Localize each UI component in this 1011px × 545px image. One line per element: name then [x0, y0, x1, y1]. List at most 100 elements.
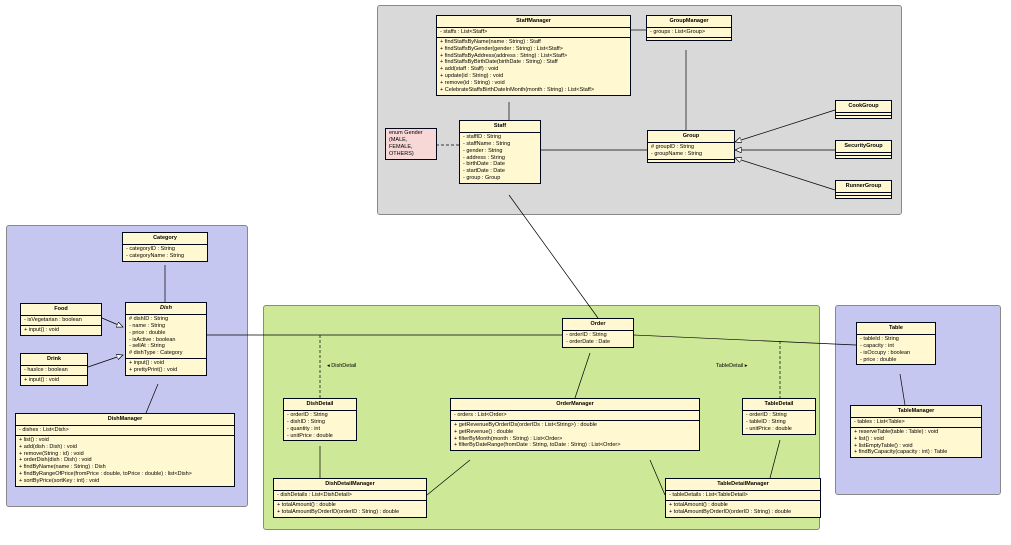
attr-row: - tables : List<Table> [854, 419, 978, 426]
class-attrs: - orders : List<Order> [451, 411, 699, 421]
class-ops: + input() : void [21, 326, 101, 335]
attr-row: - unitPrice : double [287, 433, 353, 440]
class-TableDetail[interactable]: TableDetail- orderID : String- tableID :… [742, 398, 816, 435]
class-SecurityGroup[interactable]: SecurityGroup [835, 140, 892, 159]
class-TableManager[interactable]: TableManager- tables : List<Table> + rese… [850, 405, 982, 458]
op-row: + filterByMonth(month : String) : List<O… [454, 436, 696, 443]
op-row: + filterByDateRange(fromDate : String, t… [454, 442, 696, 449]
op-row: + findByRangeOfPrice(fromPrice : double,… [19, 471, 231, 478]
op-row: + getRevenue() : double [454, 429, 696, 436]
class-attrs: # groupID : String- groupName : String [648, 143, 734, 160]
class-attrs: - orderID : String- dishID : String- qua… [284, 411, 356, 441]
attr-row: - price : double [129, 330, 203, 337]
attr-row: - hasIce : boolean [24, 367, 84, 374]
op-row: + totalAmount() : double [277, 502, 423, 509]
class-title: OrderManager [451, 399, 699, 411]
attr-row: FEMALE, [389, 144, 433, 151]
class-CookGroup[interactable]: CookGroup [835, 100, 892, 119]
class-Category[interactable]: Category- categoryID : String- categoryN… [122, 232, 208, 262]
class-attrs: - tableId : String- capacity : int- isOc… [857, 335, 935, 365]
op-row: + totalAmountByOrderID(orderID : String)… [669, 509, 817, 516]
class-ops: + totalAmount() : double+ totalAmountByO… [274, 501, 426, 517]
op-row: + reserveTable(table : Table) : void [854, 429, 978, 436]
class-title: Order [563, 319, 633, 331]
class-Table[interactable]: Table- tableId : String- capacity : int-… [856, 322, 936, 365]
class-title: DishManager [16, 414, 234, 426]
class-StaffManager[interactable]: StaffManager- staffs : List<Staff> + find… [436, 15, 631, 96]
class-attrs: enum Gender(MALE,FEMALE,OTHERS) [386, 129, 436, 159]
attr-row: - isOccupy : boolean [860, 350, 932, 357]
class-Gender[interactable]: enum Gender(MALE,FEMALE,OTHERS) [385, 128, 437, 160]
class-GroupManager[interactable]: GroupManager- groups : List<Group> [646, 15, 732, 41]
class-attrs: - hasIce : boolean [21, 366, 87, 376]
attr-row: - birthDate : Date [463, 161, 537, 168]
class-title: SecurityGroup [836, 141, 891, 153]
class-attrs: - dishDetails : List<DishDetail> [274, 491, 426, 501]
op-row: + findStaffsByGender(gender : String) : … [440, 46, 627, 53]
class-Drink[interactable]: Drink- hasIce : boolean+ input() : void [20, 353, 88, 386]
class-RunnerGroup[interactable]: RunnerGroup [835, 180, 892, 199]
attr-row: - capacity : int [860, 343, 932, 350]
class-attrs: - categoryID : String- categoryName : St… [123, 245, 207, 261]
class-Dish[interactable]: Dish# dishID : String- name : String- pr… [125, 302, 207, 376]
class-attrs: - staffID : String- staffName : String- … [460, 133, 540, 183]
attr-row: # groupID : String [651, 144, 731, 151]
class-attrs: # dishID : String- name : String- price … [126, 315, 206, 359]
attr-row: - gender : String [463, 148, 537, 155]
op-row: + listEmptyTable() : void [854, 443, 978, 450]
attr-row: OTHERS) [389, 151, 433, 158]
attr-row: - staffs : List<Staff> [440, 29, 627, 36]
op-row: + add(dish : Dish) : void [19, 444, 231, 451]
op-row: + input() : void [24, 377, 84, 384]
op-row: + update(id : String) : void [440, 73, 627, 80]
class-ops: + totalAmount() : double+ totalAmountByO… [666, 501, 820, 517]
class-TableDetailManager[interactable]: TableDetailManager- tableDetails : List<… [665, 478, 821, 518]
attr-row: - groups : List<Group> [650, 29, 728, 36]
class-attrs: - groups : List<Group> [647, 28, 731, 38]
attr-row: - address : String [463, 155, 537, 162]
class-ops [648, 160, 734, 162]
op-row: + getRevenueByOrderIDs(orderIDs : List<S… [454, 422, 696, 429]
class-Food[interactable]: Food- isVegetarian : boolean+ input() : … [20, 303, 102, 336]
class-ops: + reserveTable(table : Table) : void+ li… [851, 428, 981, 458]
op-row: + list() : void [854, 436, 978, 443]
attr-row: - staffID : String [463, 134, 537, 141]
class-title: Dish [126, 303, 206, 315]
class-Group[interactable]: Group# groupID : String- groupName : Str… [647, 130, 735, 163]
attr-row: # dishID : String [129, 316, 203, 323]
class-DishDetailManager[interactable]: DishDetailManager- dishDetails : List<Di… [273, 478, 427, 518]
assoc-label-tabledetail: TableDetail ▸ [716, 363, 748, 369]
class-ops [647, 38, 731, 40]
attr-row: - orders : List<Order> [454, 412, 696, 419]
attr-row: - groupName : String [651, 151, 731, 158]
class-attrs: - orderID : String- orderDate : Date [563, 331, 633, 347]
diagram-canvas: ◂ DishDetail TableDetail ▸ StaffManager-… [0, 0, 1011, 545]
attr-row: - tableId : String [860, 336, 932, 343]
op-row: + findByCapacity(capacity : int) : Table [854, 449, 978, 456]
op-row: + remove(id : String) : void [440, 80, 627, 87]
class-ops [836, 116, 891, 118]
attr-row: - dishes : List<Dish> [19, 427, 231, 434]
attr-row: - categoryName : String [126, 253, 204, 260]
class-title: TableManager [851, 406, 981, 418]
attr-row: - categoryID : String [126, 246, 204, 253]
attr-row: - orderID : String [746, 412, 812, 419]
attr-row: # dishType : Category [129, 350, 203, 357]
class-ops: + list() : void+ add(dish : Dish) : void… [16, 436, 234, 486]
class-DishDetail[interactable]: DishDetail- orderID : String- dishID : S… [283, 398, 357, 441]
class-attrs: - isVegetarian : boolean [21, 316, 101, 326]
attr-row: enum Gender [389, 130, 433, 137]
class-title: Group [648, 131, 734, 143]
class-title: StaffManager [437, 16, 630, 28]
assoc-label-dishdetail: ◂ DishDetail [327, 363, 356, 369]
class-title: CookGroup [836, 101, 891, 113]
class-Order[interactable]: Order- orderID : String- orderDate : Dat… [562, 318, 634, 348]
class-DishManager[interactable]: DishManager- dishes : List<Dish> + list()… [15, 413, 235, 487]
class-attrs: - orderID : String- tableID : String- un… [743, 411, 815, 434]
class-Staff[interactable]: Staff- staffID : String- staffName : Str… [459, 120, 541, 184]
class-ops: + input() : void [21, 376, 87, 385]
attr-row: - staffName : String [463, 141, 537, 148]
class-OrderManager[interactable]: OrderManager- orders : List<Order> + getR… [450, 398, 700, 451]
attr-row: - startDate : Date [463, 168, 537, 175]
attr-row: - group : Group [463, 175, 537, 182]
